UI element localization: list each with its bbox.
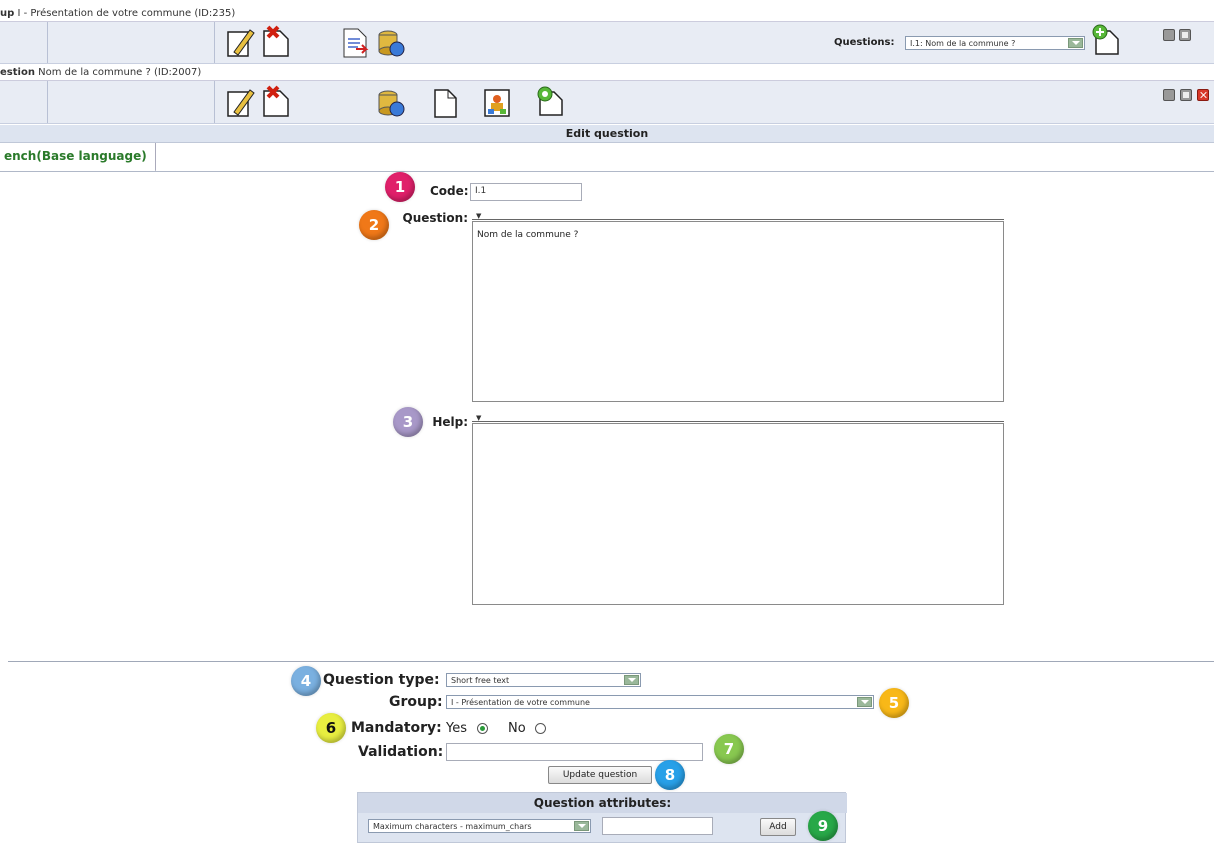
code-label: Code: (430, 184, 469, 198)
help-label: Help: (432, 415, 468, 429)
callout-badge-5: 5 (879, 688, 909, 718)
attribute-select[interactable]: Maximum characters - maximum_chars (368, 819, 591, 833)
question-type-value: Short free text (451, 676, 510, 685)
help-textarea[interactable] (472, 423, 1004, 605)
group-toolbar: Questions: I.1: Nom de la commune ? (0, 22, 1214, 64)
minimize-icon[interactable] (1163, 29, 1175, 41)
questions-select-value: I.1: Nom de la commune ? (910, 39, 1016, 48)
validation-label: Validation: (358, 744, 444, 760)
mandatory-label: Mandatory: (351, 720, 442, 736)
callout-badge-4: 4 (291, 666, 321, 696)
maximize-icon[interactable] (1179, 29, 1191, 41)
delete-group-icon[interactable] (260, 25, 290, 57)
validation-input[interactable] (446, 743, 703, 761)
conditions-icon[interactable] (482, 87, 512, 119)
copy-question-icon[interactable] (430, 87, 460, 119)
question-attributes-title: Question attributes: (358, 793, 847, 813)
code-input[interactable]: I.1 (470, 183, 582, 201)
group-title-bar: up I - Présentation de votre commune (ID… (0, 7, 1214, 22)
question-title-bar: estion Nom de la commune ? (ID:2007) (0, 66, 1214, 81)
attribute-value-input[interactable] (602, 817, 713, 835)
callout-badge-8: 8 (655, 760, 685, 790)
chevron-down-icon (857, 697, 872, 707)
callout-number: 5 (888, 694, 900, 712)
group-title: I - Présentation de votre commune (ID:23… (17, 8, 236, 19)
question-text: Nom de la commune ? (477, 230, 579, 240)
add-question-icon[interactable] (1090, 23, 1120, 55)
chevron-down-icon (624, 675, 639, 685)
edit-question-header: Edit question (0, 125, 1214, 143)
attribute-select-value: Maximum characters - maximum_chars (373, 822, 532, 831)
add-attribute-button[interactable]: Add (760, 818, 796, 836)
question-attributes-panel: Question attributes: Maximum characters … (357, 792, 847, 843)
answers-icon[interactable] (534, 84, 564, 116)
close-icon[interactable] (1197, 89, 1209, 101)
callout-number: 2 (368, 216, 380, 234)
callout-badge-3: 3 (393, 407, 423, 437)
update-question-button[interactable]: Update question (548, 766, 652, 784)
toolbar-divider (47, 81, 48, 123)
callout-number: 3 (402, 413, 414, 431)
mandatory-yes-label: Yes (446, 721, 467, 736)
reorder-group-icon[interactable] (376, 27, 406, 59)
callout-number: 7 (723, 740, 735, 758)
callout-badge-1: 1 (385, 172, 415, 202)
form-divider (8, 661, 1214, 662)
edit-group-icon[interactable] (226, 26, 256, 58)
export-group-icon[interactable] (340, 27, 370, 59)
toolbar-divider (214, 81, 215, 123)
group-value: I - Présentation de votre commune (451, 698, 590, 707)
question-type-label: Question type: (323, 672, 440, 688)
minimize-icon[interactable] (1163, 89, 1175, 101)
callout-badge-2: 2 (359, 210, 389, 240)
questions-label: Questions: (834, 37, 895, 48)
tab-divider (0, 171, 1214, 172)
question-type-select[interactable]: Short free text (446, 673, 641, 687)
callout-number: 9 (817, 817, 829, 835)
mandatory-no-label: No (508, 721, 526, 736)
callout-number: 6 (325, 719, 337, 737)
question-title-prefix: estion (0, 67, 35, 78)
chevron-down-icon (574, 821, 589, 831)
question-toolbar (0, 81, 1214, 124)
edit-question-icon[interactable] (226, 86, 256, 118)
callout-badge-9: 9 (808, 811, 838, 841)
question-label: Question: (402, 211, 468, 225)
chevron-down-icon (1068, 38, 1083, 48)
callout-badge-7: 7 (714, 734, 744, 764)
export-question-icon[interactable] (376, 87, 406, 119)
callout-number: 8 (664, 766, 676, 784)
mandatory-no-radio[interactable] (535, 723, 546, 734)
toolbar-divider (47, 22, 48, 63)
group-select[interactable]: I - Présentation de votre commune (446, 695, 874, 709)
group-label: Group: (389, 694, 443, 710)
callout-badge-6: 6 (316, 713, 346, 743)
maximize-icon[interactable] (1180, 89, 1192, 101)
mandatory-yes-radio[interactable] (477, 723, 488, 734)
questions-select[interactable]: I.1: Nom de la commune ? (905, 36, 1085, 50)
delete-question-icon[interactable] (260, 85, 290, 117)
toolbar-divider (214, 22, 215, 63)
tab-base-language[interactable]: ench(Base language) (0, 143, 156, 172)
question-textarea[interactable]: Nom de la commune ? (472, 221, 1004, 402)
callout-number: 4 (300, 672, 312, 690)
callout-number: 1 (394, 178, 406, 196)
question-title: Nom de la commune ? (ID:2007) (38, 67, 202, 78)
group-title-prefix: up (0, 8, 15, 19)
